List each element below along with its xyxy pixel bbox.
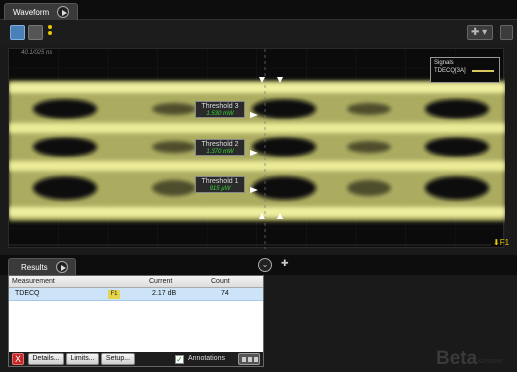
- details-button[interactable]: Details...: [28, 353, 64, 365]
- source-badge: F1: [108, 290, 120, 299]
- limits-button[interactable]: Limits...: [66, 353, 99, 365]
- signals-legend[interactable]: Signals TDECQ[3A]: [430, 57, 500, 83]
- collapse-chevron-icon[interactable]: ⌄: [258, 258, 272, 272]
- measurement-name: TDECQ: [15, 290, 40, 297]
- waveform-tab-bar: Waveform: [0, 0, 517, 20]
- layout-icon[interactable]: [500, 25, 513, 40]
- waveform-tab-label: Waveform: [13, 7, 50, 17]
- beta-watermark-sub: KEYSIGHT: [478, 359, 504, 365]
- timescale-label: 40.1/025 ns: [21, 50, 53, 56]
- f1-marker[interactable]: ⬇F1: [493, 238, 509, 247]
- threshold-1-label[interactable]: Threshold 1 915 µW: [195, 176, 245, 193]
- measurement-current: 2.17 dB: [152, 290, 177, 297]
- annotations-table-icon[interactable]: [238, 353, 260, 365]
- measurement-count: 74: [221, 290, 229, 297]
- play-icon[interactable]: [57, 6, 70, 18]
- annotations-label: Annotations: [188, 355, 225, 362]
- delete-measurement-button[interactable]: X: [12, 353, 24, 365]
- tab-results[interactable]: Results: [8, 258, 76, 275]
- legend-signal-name: TDECQ[3A]: [434, 68, 466, 74]
- threshold-3-value: 1.530 mW: [206, 111, 234, 117]
- legend-swatch: [471, 70, 494, 72]
- header-measurement[interactable]: Measurement: [12, 278, 55, 285]
- play-icon[interactable]: [55, 261, 68, 273]
- setup-button[interactable]: Setup...: [101, 353, 135, 365]
- legend-title: Signals: [434, 60, 454, 66]
- threshold-1-name: Threshold 1: [201, 178, 239, 185]
- f1-marker-label: F1: [499, 238, 510, 247]
- single-view-button[interactable]: [10, 25, 25, 40]
- pin-icon[interactable]: ✚: [281, 258, 289, 269]
- threshold-2-label[interactable]: Threshold 2 1.370 mW: [195, 139, 245, 156]
- header-current[interactable]: Current: [149, 278, 172, 285]
- split-view-button[interactable]: [28, 25, 43, 40]
- waveform-toolbar: ✚ ▾: [0, 20, 517, 46]
- legend-entry: TDECQ[3A]: [434, 68, 496, 74]
- results-tab-label: Results: [21, 262, 48, 272]
- more-options-icon[interactable]: [48, 25, 52, 40]
- results-header-row: Measurement Current Count: [9, 276, 263, 288]
- table-row[interactable]: TDECQ F1 2.17 dB 74: [9, 288, 263, 301]
- threshold-3-label[interactable]: Threshold 3 1.530 mW: [195, 101, 245, 118]
- threshold-2-value: 1.370 mW: [206, 149, 234, 155]
- beta-watermark: Beta: [436, 348, 478, 369]
- threshold-3-name: Threshold 3: [201, 103, 239, 110]
- eye-diagram-display[interactable]: 40.1/025 ns Threshold 3 1.530 mW Thresho…: [8, 48, 505, 249]
- threshold-1-value: 915 µW: [209, 186, 231, 192]
- add-menu-button[interactable]: ✚ ▾: [467, 25, 493, 40]
- results-tab-bar: Results ⌄ ✚: [0, 255, 517, 275]
- header-count[interactable]: Count: [211, 278, 230, 285]
- tab-waveform[interactable]: Waveform: [4, 3, 78, 20]
- threshold-2-name: Threshold 2: [201, 141, 239, 148]
- annotations-checkbox[interactable]: ✓: [175, 355, 184, 364]
- results-empty-area: [9, 301, 263, 354]
